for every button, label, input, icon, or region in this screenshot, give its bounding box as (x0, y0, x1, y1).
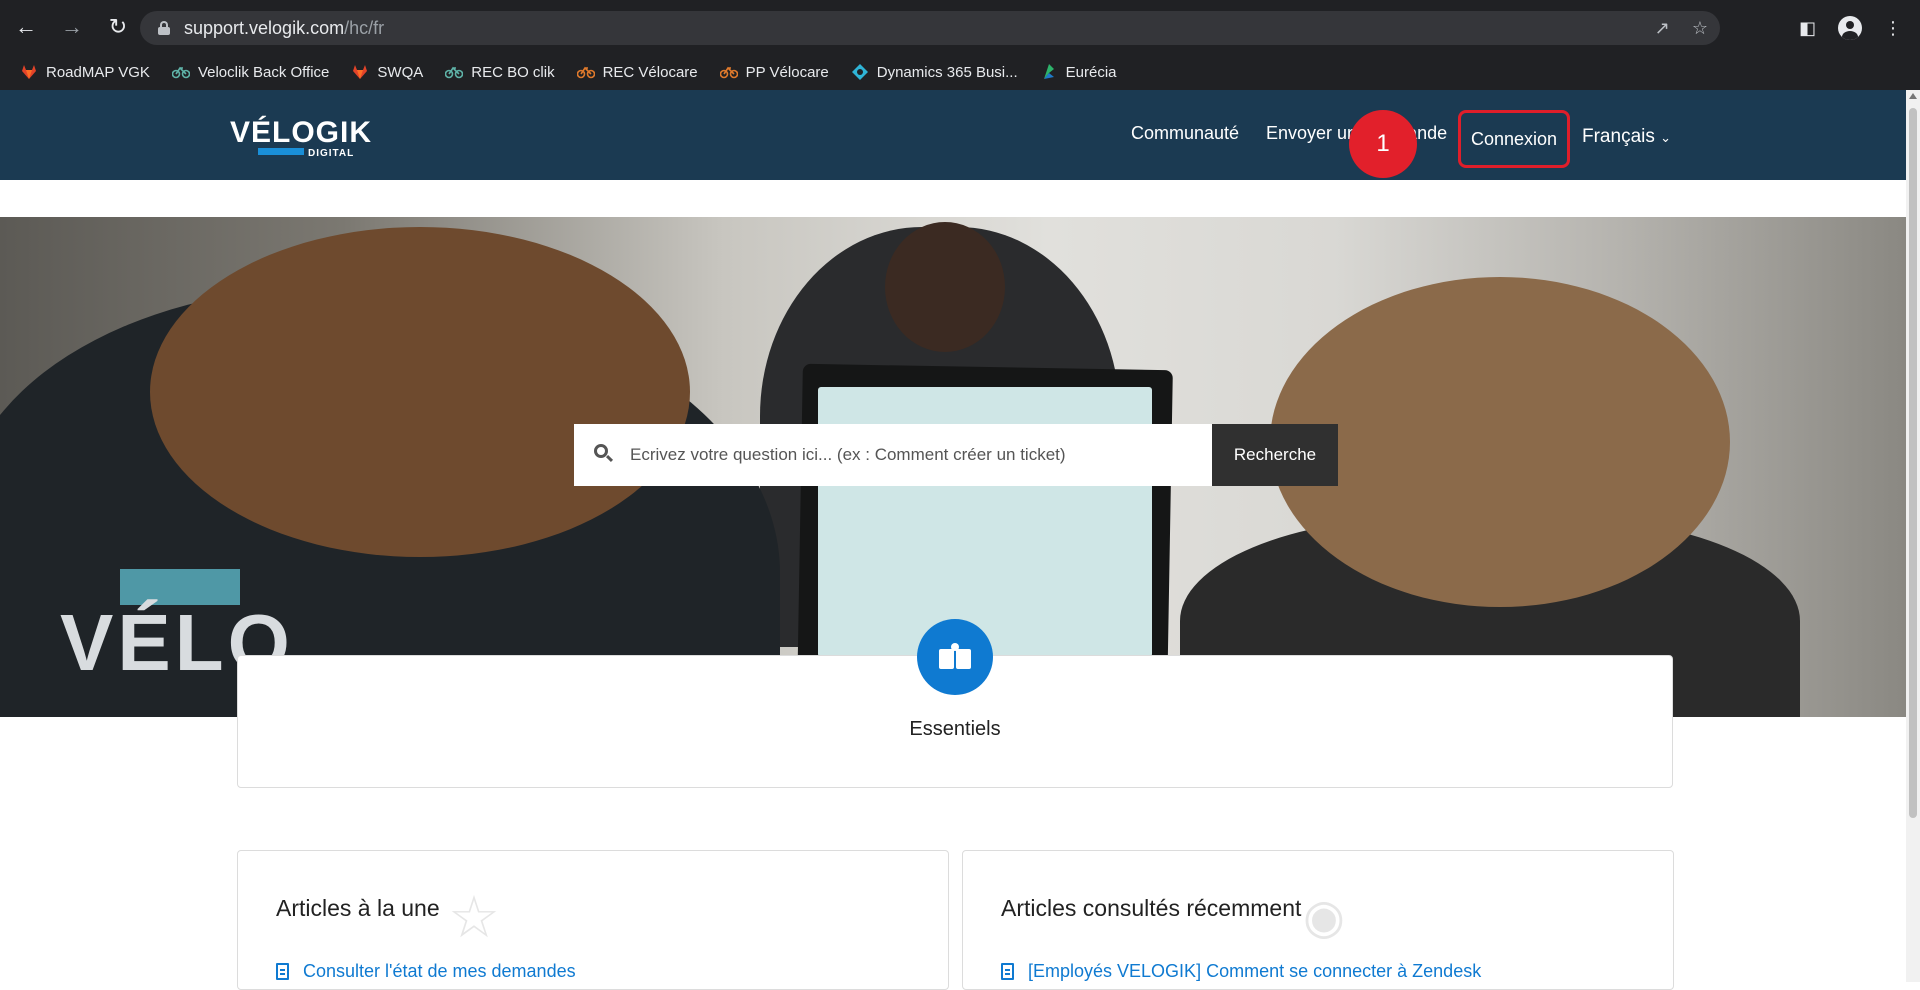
url-text: support.velogik.com/hc/fr (184, 18, 384, 39)
eurecia-icon (1040, 63, 1058, 81)
address-bar[interactable]: support.velogik.com/hc/fr ↗ ☆ (140, 11, 1720, 45)
bike-icon (576, 63, 595, 81)
hero-photo-person-head (885, 222, 1005, 352)
url-path: /hc/fr (344, 17, 385, 38)
hero-photo-person-hair (1270, 277, 1730, 607)
page-scrollbar[interactable] (1906, 90, 1920, 982)
article-link[interactable]: Consulter l'état de mes demandes (276, 961, 576, 982)
recent-articles-title: Articles consultés récemment (1001, 895, 1302, 921)
logo-bar (258, 148, 304, 155)
bookmark-pp-velocare[interactable]: PP Vélocare (719, 63, 829, 81)
browser-chrome: ← → ↻ support.velogik.com/hc/fr ↗ ☆ ◧ ⋮ … (0, 0, 1920, 90)
bookmark-label: Dynamics 365 Busi... (876, 63, 1018, 81)
login-link[interactable]: Connexion (1458, 110, 1570, 168)
forward-arrow-icon[interactable]: → (52, 7, 92, 47)
search-input[interactable] (630, 445, 1210, 465)
share-icon[interactable]: ↗ (1655, 18, 1670, 39)
search-button[interactable]: Recherche (1212, 424, 1338, 486)
gitlab-icon (351, 63, 369, 81)
dynamics-icon (851, 63, 869, 81)
bike-icon (719, 63, 738, 81)
language-label: Français (1582, 126, 1655, 147)
logo-wordmark: VÉLOGIK (230, 116, 373, 149)
article-link-label: [Employés VELOGIK] Comment se connecter … (1028, 961, 1482, 981)
document-icon (1001, 963, 1014, 980)
bookmark-rec-velocare[interactable]: REC Vélocare (576, 63, 698, 81)
bookmark-label: Eurécia (1065, 63, 1117, 81)
scroll-up-arrow-icon[interactable] (1909, 93, 1917, 99)
bookmarks-bar: RoadMAP VGK Veloclik Back Office SWQA RE… (0, 54, 1920, 90)
step-annotation-badge: 1 (1349, 110, 1417, 178)
profile-avatar-icon[interactable] (1838, 16, 1862, 40)
bookmark-swqa[interactable]: SWQA (351, 63, 423, 81)
velogik-logo[interactable]: VÉLOGIK DIGITAL (230, 116, 373, 160)
gitlab-icon (20, 63, 38, 81)
recent-articles-card: ◉ Articles consultés récemment [Employés… (962, 850, 1674, 990)
bookmark-rec-bo-clik[interactable]: REC BO clik (445, 63, 555, 81)
bookmark-eurecia[interactable]: Eurécia (1040, 63, 1117, 81)
category-label: Essentiels (909, 718, 1001, 740)
reload-icon[interactable]: ↻ (98, 7, 138, 47)
step-number: 1 (1376, 130, 1390, 157)
bookmark-label: Veloclik Back Office (197, 63, 330, 81)
bookmark-label: RoadMAP VGK (46, 63, 150, 81)
bike-icon (171, 63, 190, 81)
search-box[interactable] (574, 424, 1212, 486)
nav-community-label: Communauté (1131, 123, 1240, 143)
eye-icon: ◉ (1303, 891, 1345, 944)
bookmark-label: REC Vélocare (602, 63, 698, 81)
search-button-label: Recherche (1233, 445, 1317, 464)
hero-photo-person-hair (150, 227, 690, 557)
bookmark-label: SWQA (377, 63, 424, 81)
search-icon (594, 444, 616, 466)
back-arrow-icon[interactable]: ← (6, 7, 46, 47)
chevron-down-icon: ⌄ (1660, 130, 1672, 145)
site-header: VÉLOGIK DIGITAL Communauté Envoyer une d… (0, 90, 1906, 180)
article-link[interactable]: [Employés VELOGIK] Comment se connecter … (1001, 961, 1481, 982)
login-label: Connexion (1470, 128, 1558, 149)
bookmark-label: PP Vélocare (745, 63, 829, 81)
bookmark-label: REC BO clik (471, 63, 555, 81)
bookmark-star-icon[interactable]: ☆ (1692, 18, 1708, 39)
document-icon (276, 963, 289, 980)
promoted-articles-card: ☆ Articles à la une Consulter l'état de … (237, 850, 949, 990)
menu-kebab-icon[interactable]: ⋮ (1884, 18, 1902, 39)
search-form: Recherche (574, 424, 1338, 486)
bookmark-dynamics-365[interactable]: Dynamics 365 Busi... (851, 63, 1018, 81)
nav-community-link[interactable]: Communauté (1131, 123, 1239, 144)
scrollbar-thumb[interactable] (1909, 108, 1917, 818)
browser-toolbar: ← → ↻ support.velogik.com/hc/fr ↗ ☆ ◧ ⋮ (0, 0, 1920, 54)
logo-subtitle: DIGITAL (308, 148, 355, 159)
book-reader-icon (917, 619, 993, 695)
lock-icon (158, 21, 170, 35)
article-link-label: Consulter l'état de mes demandes (303, 961, 576, 981)
promoted-articles-title: Articles à la une (276, 895, 440, 921)
url-host: support.velogik.com (184, 17, 345, 38)
bookmark-veloclik-back-office[interactable]: Veloclik Back Office (171, 63, 330, 81)
star-icon: ☆ (448, 885, 500, 950)
side-panel-icon[interactable]: ◧ (1799, 18, 1816, 39)
bike-icon (445, 63, 464, 81)
language-selector[interactable]: Français ⌄ (1582, 126, 1671, 148)
bookmark-roadmap-vgk[interactable]: RoadMAP VGK (20, 63, 150, 81)
